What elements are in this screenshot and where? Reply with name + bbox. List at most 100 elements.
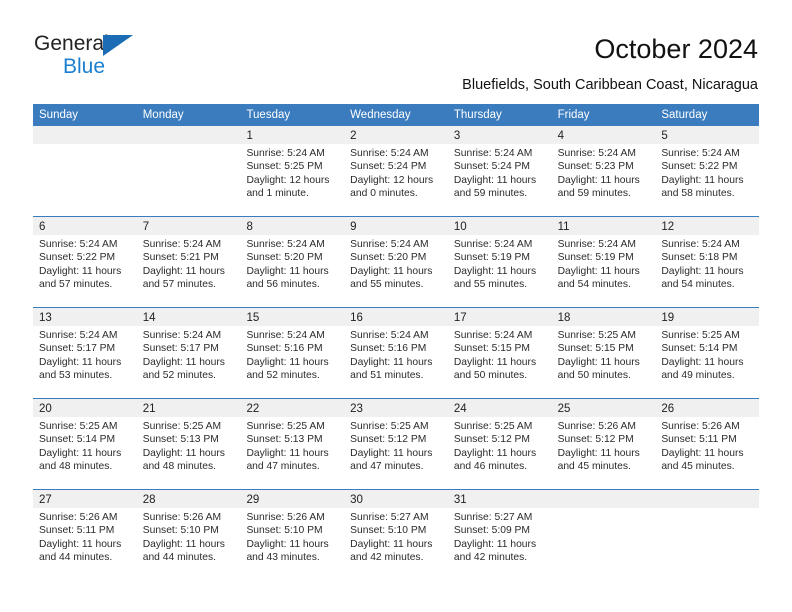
sunset-text: Sunset: 5:10 PM bbox=[246, 525, 323, 537]
calendar-day-cell[interactable]: 10 Sunrise: 5:24 AM Sunset: 5:19 PM Dayligh… bbox=[447, 217, 552, 307]
daylight-text-line1: Daylight: 11 hours bbox=[453, 447, 537, 459]
day-number-band: 2 bbox=[344, 126, 448, 144]
day-number: 4 bbox=[557, 130, 564, 142]
daylight-text-line2: and 47 minutes. bbox=[246, 461, 320, 473]
calendar-day-cell[interactable]: 18 Sunrise: 5:25 AM Sunset: 5:15 PM Dayligh… bbox=[551, 308, 656, 398]
generalblue-logo[interactable]: General Blue bbox=[34, 32, 234, 84]
daylight-text-line2: and 45 minutes. bbox=[557, 461, 631, 473]
sunset-text: Sunset: 5:10 PM bbox=[350, 525, 427, 537]
calendar-day-cell[interactable]: 8 Sunrise: 5:24 AM Sunset: 5:20 PM Daylight… bbox=[240, 217, 345, 307]
day-number: 28 bbox=[142, 494, 156, 506]
calendar-day-cell[interactable]: 16 Sunrise: 5:24 AM Sunset: 5:16 PM Dayligh… bbox=[344, 308, 448, 398]
calendar-day-cell[interactable]: 15 Sunrise: 5:24 AM Sunset: 5:16 PM Dayligh… bbox=[240, 308, 345, 398]
daylight-text-line1: Daylight: 11 hours bbox=[142, 538, 225, 550]
calendar-day-cell[interactable]: 24 Sunrise: 5:25 AM Sunset: 5:12 PM Dayligh… bbox=[447, 399, 552, 489]
day-number-band: 16 bbox=[344, 308, 448, 326]
day-number: 11 bbox=[557, 221, 570, 233]
daylight-text-line1: Daylight: 11 hours bbox=[661, 265, 744, 277]
calendar-empty-cell bbox=[33, 126, 137, 216]
daylight-text-line1: Daylight: 11 hours bbox=[557, 174, 640, 186]
daylight-text-line2: and 58 minutes. bbox=[661, 188, 735, 200]
calendar-day-cell[interactable]: 27 Sunrise: 5:26 AM Sunset: 5:11 PM Dayligh… bbox=[33, 490, 137, 580]
calendar-day-cell[interactable]: 14 Sunrise: 5:24 AM Sunset: 5:17 PM Dayligh… bbox=[136, 308, 241, 398]
calendar-day-cell[interactable]: 17 Sunrise: 5:24 AM Sunset: 5:15 PM Dayligh… bbox=[447, 308, 552, 398]
calendar-page: General Blue October 2024 Bluefields, So… bbox=[0, 0, 792, 612]
daylight-text-line1: Daylight: 11 hours bbox=[142, 447, 225, 459]
sunrise-text: Sunrise: 5:24 AM bbox=[246, 330, 325, 341]
calendar-day-cell[interactable]: 29 Sunrise: 5:26 AM Sunset: 5:10 PM Dayligh… bbox=[240, 490, 345, 580]
calendar-day-cell[interactable]: 20 Sunrise: 5:25 AM Sunset: 5:14 PM Dayligh… bbox=[33, 399, 137, 489]
day-number: 26 bbox=[661, 403, 675, 415]
day-number-band: 6 bbox=[33, 217, 137, 235]
day-info: Sunrise: 5:26 AM Sunset: 5:12 PM Daylight:… bbox=[552, 417, 656, 474]
day-number: 30 bbox=[350, 494, 363, 506]
day-number: 16 bbox=[350, 312, 363, 324]
calendar-day-cell[interactable]: 22 Sunrise: 5:25 AM Sunset: 5:13 PM Dayligh… bbox=[240, 399, 345, 489]
logo-text-blue: Blue bbox=[63, 55, 106, 78]
daylight-text-line1: Daylight: 11 hours bbox=[557, 447, 640, 459]
sunrise-text: Sunrise: 5:24 AM bbox=[557, 239, 637, 250]
day-info: Sunrise: 5:24 AM Sunset: 5:19 PM Daylight:… bbox=[448, 235, 552, 292]
calendar-day-cell[interactable]: 21 Sunrise: 5:25 AM Sunset: 5:13 PM Dayligh… bbox=[136, 399, 241, 489]
sunrise-text: Sunrise: 5:25 AM bbox=[453, 421, 533, 432]
day-number: 14 bbox=[142, 312, 156, 324]
daylight-text-line1: Daylight: 12 hours bbox=[350, 174, 434, 186]
day-number-band bbox=[655, 490, 760, 508]
sunset-text: Sunset: 5:10 PM bbox=[142, 525, 219, 537]
daylight-text-line2: and 48 minutes. bbox=[142, 461, 216, 473]
day-info: Sunrise: 5:24 AM Sunset: 5:22 PM Daylight:… bbox=[33, 235, 137, 292]
weekday-sunday: Sunday bbox=[39, 109, 79, 121]
calendar-day-cell[interactable]: 7 Sunrise: 5:24 AM Sunset: 5:21 PM Daylight… bbox=[136, 217, 241, 307]
day-number-band: 10 bbox=[447, 217, 552, 235]
calendar-day-cell[interactable]: 9 Sunrise: 5:24 AM Sunset: 5:20 PM Daylight… bbox=[344, 217, 448, 307]
calendar-day-cell[interactable]: 1 Sunrise: 5:24 AM Sunset: 5:25 PM Daylight… bbox=[240, 126, 345, 216]
calendar-day-cell[interactable]: 23 Sunrise: 5:25 AM Sunset: 5:12 PM Dayligh… bbox=[344, 399, 448, 489]
daylight-text-line2: and 56 minutes. bbox=[246, 279, 320, 291]
sunrise-text: Sunrise: 5:24 AM bbox=[142, 330, 222, 341]
calendar-weeks: 1 Sunrise: 5:24 AM Sunset: 5:25 PM Daylight… bbox=[33, 126, 760, 580]
sunrise-text: Sunrise: 5:27 AM bbox=[350, 512, 429, 523]
calendar-day-cell[interactable]: 26 Sunrise: 5:26 AM Sunset: 5:11 PM Dayligh… bbox=[655, 399, 760, 489]
daylight-text-line2: and 52 minutes. bbox=[142, 370, 216, 382]
daylight-text-line1: Daylight: 11 hours bbox=[39, 447, 122, 459]
day-number: 9 bbox=[350, 221, 357, 233]
calendar-day-cell[interactable]: 31 Sunrise: 5:27 AM Sunset: 5:09 PM Dayligh… bbox=[447, 490, 552, 580]
calendar-day-cell[interactable]: 5 Sunrise: 5:24 AM Sunset: 5:22 PM Daylight… bbox=[655, 126, 760, 216]
calendar-day-cell[interactable]: 19 Sunrise: 5:25 AM Sunset: 5:14 PM Dayligh… bbox=[655, 308, 760, 398]
sunset-text: Sunset: 5:21 PM bbox=[142, 252, 219, 264]
calendar-day-cell[interactable]: 3 Sunrise: 5:24 AM Sunset: 5:24 PM Daylight… bbox=[447, 126, 552, 216]
sunset-text: Sunset: 5:19 PM bbox=[557, 252, 634, 264]
calendar-day-cell[interactable]: 12 Sunrise: 5:24 AM Sunset: 5:18 PM Dayligh… bbox=[655, 217, 760, 307]
sunrise-text: Sunrise: 5:25 AM bbox=[246, 421, 325, 432]
sunrise-text: Sunrise: 5:26 AM bbox=[246, 512, 325, 523]
sunset-text: Sunset: 5:22 PM bbox=[661, 161, 738, 173]
logo-triangle-icon bbox=[103, 35, 133, 56]
day-info: Sunrise: 5:24 AM Sunset: 5:18 PM Daylight:… bbox=[655, 235, 759, 292]
calendar-weekday-header: Sunday Monday Tuesday Wednesday Thursday… bbox=[33, 104, 759, 126]
day-number-band: 31 bbox=[447, 490, 552, 508]
sunset-text: Sunset: 5:14 PM bbox=[39, 434, 116, 446]
calendar-day-cell[interactable]: 11 Sunrise: 5:24 AM Sunset: 5:19 PM Dayligh… bbox=[551, 217, 656, 307]
daylight-text-line1: Daylight: 11 hours bbox=[661, 174, 744, 186]
day-number-band: 8 bbox=[240, 217, 345, 235]
daylight-text-line2: and 55 minutes. bbox=[453, 279, 528, 291]
day-info: Sunrise: 5:24 AM Sunset: 5:19 PM Daylight:… bbox=[552, 235, 656, 292]
daylight-text-line2: and 47 minutes. bbox=[350, 461, 424, 473]
calendar-day-cell[interactable]: 13 Sunrise: 5:24 AM Sunset: 5:17 PM Dayligh… bbox=[33, 308, 137, 398]
calendar-day-cell[interactable]: 6 Sunrise: 5:24 AM Sunset: 5:22 PM Daylight… bbox=[33, 217, 137, 307]
day-number-band: 5 bbox=[655, 126, 760, 144]
logo-text-general: General bbox=[34, 32, 109, 55]
day-number: 27 bbox=[39, 494, 52, 506]
calendar-day-cell[interactable]: 25 Sunrise: 5:26 AM Sunset: 5:12 PM Dayligh… bbox=[551, 399, 656, 489]
day-number-band: 9 bbox=[344, 217, 448, 235]
calendar-day-cell[interactable]: 30 Sunrise: 5:27 AM Sunset: 5:10 PM Dayligh… bbox=[344, 490, 448, 580]
sunrise-text: Sunrise: 5:24 AM bbox=[557, 148, 637, 159]
calendar-day-cell[interactable]: 4 Sunrise: 5:24 AM Sunset: 5:23 PM Daylight… bbox=[551, 126, 656, 216]
calendar-day-cell[interactable]: 28 Sunrise: 5:26 AM Sunset: 5:10 PM Dayligh… bbox=[136, 490, 241, 580]
sunset-text: Sunset: 5:11 PM bbox=[39, 525, 115, 537]
day-info: Sunrise: 5:24 AM Sunset: 5:24 PM Daylight:… bbox=[344, 144, 448, 201]
sunrise-text: Sunrise: 5:25 AM bbox=[142, 421, 222, 432]
day-info: Sunrise: 5:24 AM Sunset: 5:17 PM Daylight:… bbox=[137, 326, 241, 383]
sunrise-text: Sunrise: 5:25 AM bbox=[39, 421, 118, 432]
calendar-day-cell[interactable]: 2 Sunrise: 5:24 AM Sunset: 5:24 PM Daylight… bbox=[344, 126, 448, 216]
